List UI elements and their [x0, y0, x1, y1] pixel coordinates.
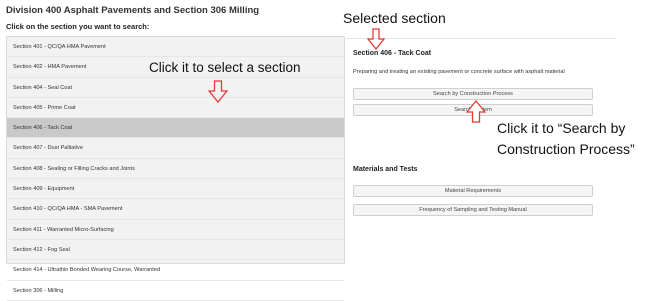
- section-list-item[interactable]: Section 401 - QC/QA HMA Pavement: [7, 37, 344, 58]
- instruction-text: Click on the section you want to search:: [6, 22, 150, 31]
- detail-divider: [346, 38, 616, 39]
- down-arrow-icon: [367, 28, 385, 50]
- section-list-item[interactable]: Section 411 - Warranted Micro-Surfacing: [7, 220, 344, 240]
- search-by-construction-process-button[interactable]: Search by Construction Process: [353, 88, 593, 100]
- section-list-item[interactable]: Section 406 - Tack Coat: [7, 118, 344, 139]
- page-title: Division 400 Asphalt Pavements and Secti…: [6, 5, 260, 16]
- up-arrow-icon: [466, 100, 486, 123]
- section-list-item[interactable]: Section 409 - Equipment: [7, 179, 344, 200]
- down-arrow-icon: [208, 80, 228, 103]
- section-list-item[interactable]: Section 407 - Dust Palliative: [7, 138, 344, 159]
- frequency-of-sampling-button[interactable]: Frequency of Sampling and Testing Manual: [353, 204, 593, 216]
- annotation-select-hint: Click it to select a section: [149, 60, 301, 75]
- annotation-search-hint: Click it to “Search by Construction Proc…: [497, 120, 635, 157]
- section-list-item[interactable]: Section 414 - Ultrathin Bonded Wearing C…: [7, 260, 344, 281]
- section-detail-title: Section 406 - Tack Coat: [353, 50, 432, 57]
- section-list-item[interactable]: Section 306 - Milling: [7, 281, 344, 301]
- section-list-item[interactable]: Section 405 - Prime Coat: [7, 98, 344, 119]
- section-detail-description: Preparing and treating an existing pavem…: [353, 69, 565, 75]
- section-list-item[interactable]: Section 404 - Seal Coat: [7, 78, 344, 98]
- materials-and-tests-heading: Materials and Tests: [353, 166, 418, 173]
- section-list-item[interactable]: Section 412 - Fog Seal: [7, 240, 344, 261]
- material-requirements-button[interactable]: Material Requirements: [353, 185, 593, 197]
- annotation-selected-section: Selected section: [343, 10, 446, 26]
- section-list-item[interactable]: Section 410 - QC/QA HMA - SMA Pavement: [7, 199, 344, 220]
- section-list-item[interactable]: Section 408 - Sealing or Filling Cracks …: [7, 159, 344, 180]
